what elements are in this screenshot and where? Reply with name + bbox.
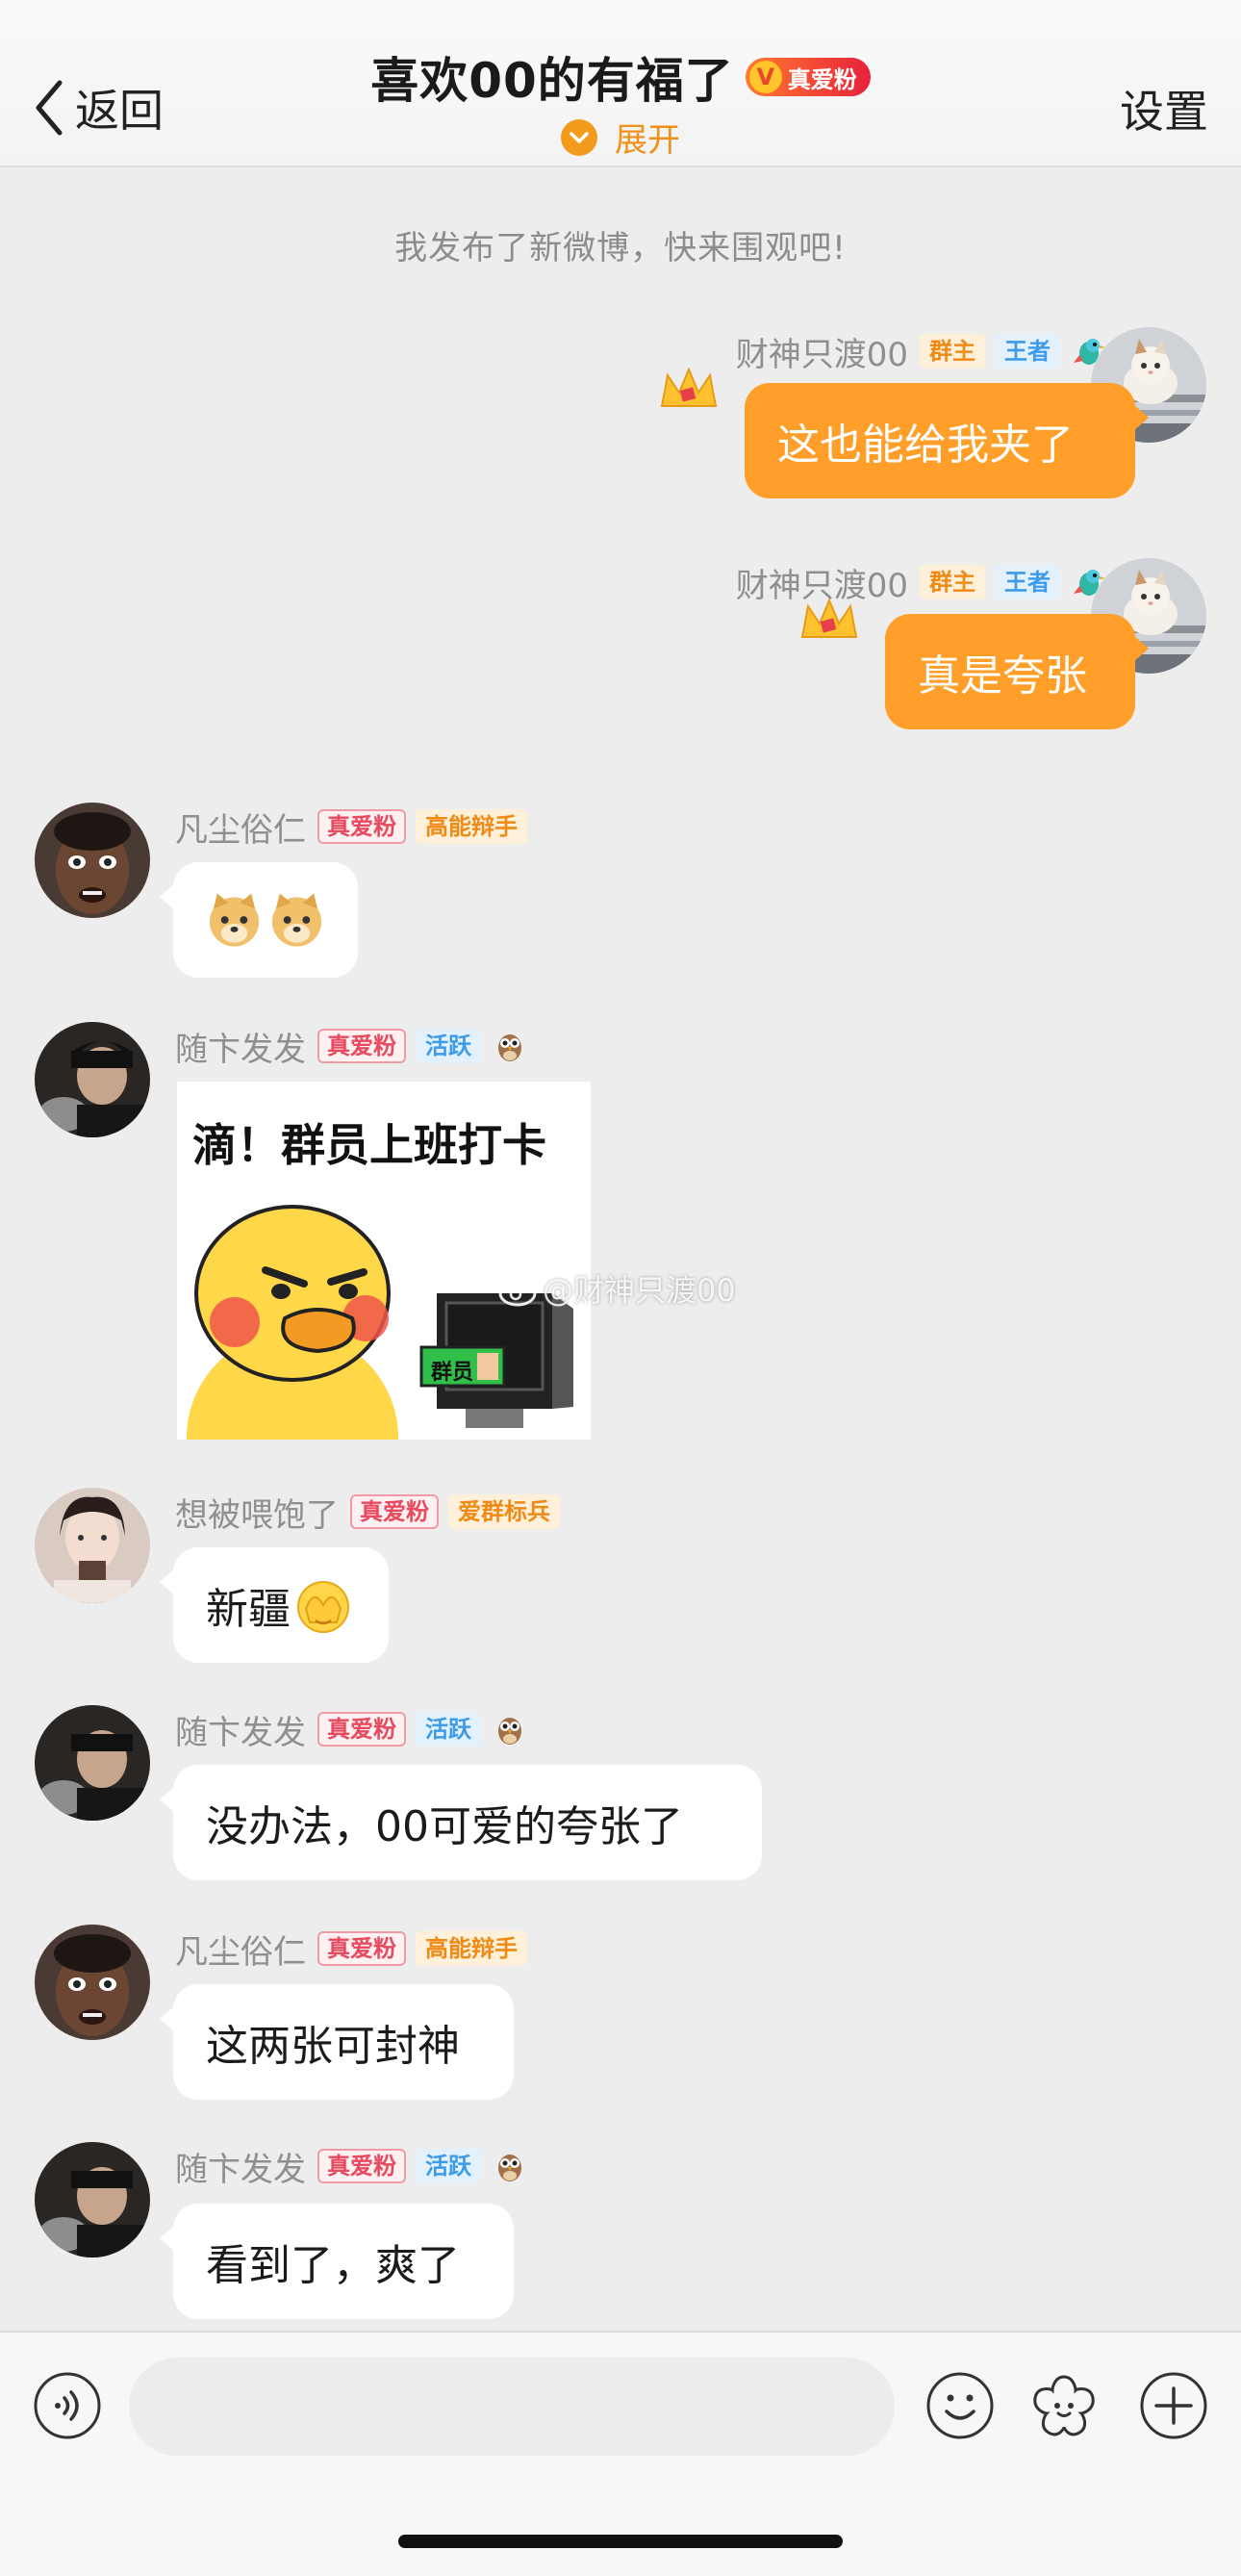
sender-name: 想被喂饱了 <box>175 1495 339 1535</box>
doge-emoji-icon <box>271 893 322 947</box>
fan-tag: 真爱粉 <box>317 1712 406 1747</box>
expand-label: 展开 <box>615 121 680 160</box>
sender-name: 财神只渡00 <box>735 335 908 374</box>
sender-name: 随卞发发 <box>175 1713 306 1752</box>
man-avatar-image <box>35 1925 150 2040</box>
expand-button[interactable]: 展开 <box>0 114 1241 161</box>
message-bubble[interactable]: 看到了，爽了 <box>160 2204 514 2319</box>
debater-tag: 高能辩手 <box>416 809 527 844</box>
owl-icon <box>498 1034 521 1061</box>
person-avatar-image <box>35 2142 150 2257</box>
message-text: 这两张可封神 <box>206 2022 460 2071</box>
fan-tag: 真爱粉 <box>317 1029 406 1063</box>
avatar[interactable] <box>35 2142 150 2257</box>
chevron-down-circle-icon <box>561 118 597 156</box>
message-text: 新疆 <box>206 1585 291 1634</box>
sticker-image[interactable]: 滴！群员上班打卡 群员 <box>177 1082 591 1440</box>
girl-avatar-image <box>35 1488 150 1603</box>
settings-button[interactable]: 设置 <box>1120 77 1208 140</box>
message-bubble[interactable]: 真是夸张 <box>885 614 1149 729</box>
sender-name: 随卞发发 <box>175 2150 306 2189</box>
person-avatar-image <box>35 1705 150 1821</box>
sender-row: 随卞发发 真爱粉 活跃 <box>175 1024 527 1069</box>
fan-badge-label: 真爱粉 <box>787 65 857 93</box>
active-tag: 活跃 <box>416 1029 481 1063</box>
fan-tag: 真爱粉 <box>350 1494 439 1529</box>
owl-icon <box>498 2155 521 2181</box>
avatar[interactable] <box>35 1022 150 1137</box>
fan-badge: V 真爱粉 <box>745 58 871 96</box>
sender-row: 想被喂饱了 真爱粉 爱群标兵 <box>175 1490 570 1535</box>
message-bubble[interactable]: 新疆 <box>160 1547 389 1663</box>
fan-tag: 真爱粉 <box>317 809 406 844</box>
fan-tag: 真爱粉 <box>317 1931 406 1966</box>
fan-tag: 真爱粉 <box>317 2149 406 2183</box>
active-tag: 活跃 <box>416 2149 481 2183</box>
person-avatar-image <box>35 1022 150 1137</box>
message-text: 没办法，00可爱的夸张了 <box>206 1802 683 1851</box>
sender-row: 财神只渡00 群主 王者 <box>736 560 1106 605</box>
man-avatar-image <box>35 803 150 918</box>
flag-tag: 爱群标兵 <box>448 1494 560 1529</box>
owner-tag: 群主 <box>920 565 985 599</box>
sender-row: 凡尘俗仁 真爱粉 高能辩手 <box>175 804 537 850</box>
group-title: 喜欢00的有福了 <box>370 53 734 109</box>
owl-icon <box>498 1718 521 1745</box>
message-bubble[interactable]: 这两张可封神 <box>160 1984 514 2100</box>
v-badge-icon: V <box>748 61 782 93</box>
sender-row: 随卞发发 真爱粉 活跃 <box>175 1707 527 1752</box>
chat-header: 返回 喜欢00的有福了 V 真爱粉 展开 设置 <box>0 0 1241 167</box>
king-tag: 王者 <box>995 565 1060 599</box>
king-tag: 王者 <box>995 334 1060 369</box>
message-text: 真是夸张 <box>918 651 1087 701</box>
message-bubble[interactable]: 这也能给我夹了 <box>745 383 1149 498</box>
owner-tag: 群主 <box>920 334 985 369</box>
avatar[interactable] <box>35 1925 150 2040</box>
sender-name: 凡尘俗仁 <box>175 1932 306 1972</box>
system-notice: 我发布了新微博，快来围观吧! <box>394 229 847 268</box>
doge-emoji-icon <box>209 893 260 947</box>
avatar[interactable] <box>35 1488 150 1603</box>
crown-icon <box>800 598 858 638</box>
facepalm-emoji-icon <box>297 1581 349 1633</box>
watermark: @财神只渡00 <box>496 1266 736 1311</box>
title-area: 喜欢00的有福了 V 真爱粉 <box>0 42 1241 112</box>
home-indicator <box>398 2535 843 2548</box>
message-input[interactable] <box>129 2358 895 2456</box>
sticker-caption: 滴！群员上班打卡 <box>192 1119 546 1171</box>
message-text: 看到了，爽了 <box>206 2241 460 2290</box>
debater-tag: 高能辩手 <box>416 1931 527 1966</box>
avatar[interactable] <box>35 803 150 918</box>
weibo-logo-icon <box>498 1274 541 1307</box>
sticker-card-text: 群员 <box>431 1361 474 1385</box>
crown-icon <box>660 367 718 407</box>
sender-name: 随卞发发 <box>175 1030 306 1069</box>
sender-row: 凡尘俗仁 真爱粉 高能辩手 <box>175 1926 537 1972</box>
voice-icon[interactable] <box>33 2371 102 2440</box>
avatar[interactable] <box>35 1705 150 1821</box>
smiley-icon[interactable] <box>925 2371 995 2440</box>
sender-row: 随卞发发 真爱粉 活跃 <box>175 2144 527 2189</box>
sender-row: 财神只渡00 群主 王者 <box>735 329 1106 374</box>
watermark-text: @财神只渡00 <box>543 1272 736 1309</box>
active-tag: 活跃 <box>416 1712 481 1747</box>
message-bubble[interactable] <box>160 862 358 978</box>
flower-sticker-icon[interactable] <box>1029 2371 1099 2440</box>
message-bubble[interactable]: 没办法，00可爱的夸张了 <box>160 1765 762 1880</box>
plus-icon[interactable] <box>1139 2371 1208 2440</box>
message-text: 这也能给我夹了 <box>777 421 1074 470</box>
sender-name: 凡尘俗仁 <box>175 810 306 850</box>
